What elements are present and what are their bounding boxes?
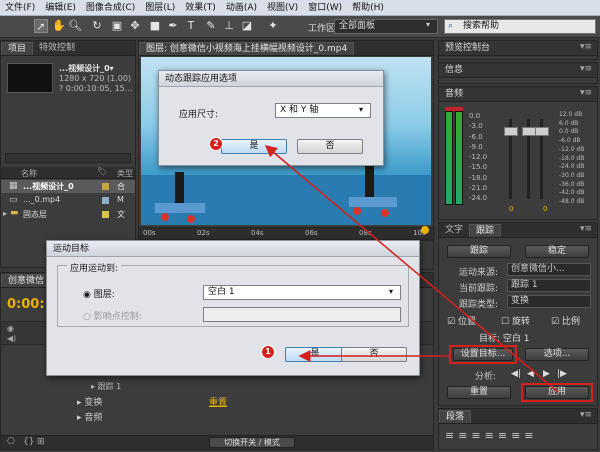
annotation-arrows <box>264 145 559 393</box>
arrow-to-dialog1-yes <box>264 145 559 393</box>
